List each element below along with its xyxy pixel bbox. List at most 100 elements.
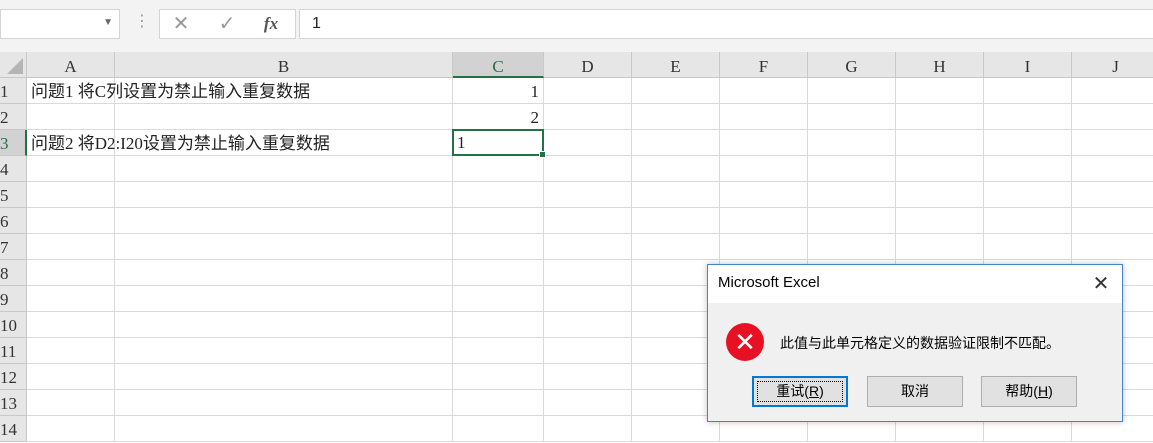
cell-d3[interactable] bbox=[544, 130, 632, 156]
cell-h7[interactable] bbox=[896, 234, 984, 260]
cell-c4[interactable] bbox=[453, 156, 544, 182]
row-header-5[interactable]: 5 bbox=[0, 182, 27, 208]
cell-d11[interactable] bbox=[544, 338, 632, 364]
cell-c5[interactable] bbox=[453, 182, 544, 208]
column-header-b[interactable]: B bbox=[115, 52, 453, 78]
confirm-edit-icon[interactable]: ✓ bbox=[214, 12, 240, 36]
cell-b7[interactable] bbox=[115, 234, 453, 260]
cell-d13[interactable] bbox=[544, 390, 632, 416]
row-header-1[interactable]: 1 bbox=[0, 78, 27, 104]
cell-a12[interactable] bbox=[27, 364, 115, 390]
cell-c8[interactable] bbox=[453, 260, 544, 286]
cell-i1[interactable] bbox=[984, 78, 1072, 104]
cell-f4[interactable] bbox=[720, 156, 808, 182]
cell-b3[interactable] bbox=[115, 130, 453, 156]
cell-e6[interactable] bbox=[632, 208, 720, 234]
cell-a13[interactable] bbox=[27, 390, 115, 416]
cell-a10[interactable] bbox=[27, 312, 115, 338]
cell-e2[interactable] bbox=[632, 104, 720, 130]
cell-b10[interactable] bbox=[115, 312, 453, 338]
cell-i5[interactable] bbox=[984, 182, 1072, 208]
cell-a11[interactable] bbox=[27, 338, 115, 364]
cell-j4[interactable] bbox=[1072, 156, 1153, 182]
cell-f1[interactable] bbox=[720, 78, 808, 104]
select-all-button[interactable] bbox=[0, 52, 27, 78]
cell-h6[interactable] bbox=[896, 208, 984, 234]
cell-e3[interactable] bbox=[632, 130, 720, 156]
cell-a14[interactable] bbox=[27, 416, 115, 442]
cell-c1[interactable]: 1 bbox=[453, 78, 544, 104]
row-header-4[interactable]: 4 bbox=[0, 156, 27, 182]
cell-c6[interactable] bbox=[453, 208, 544, 234]
cell-h4[interactable] bbox=[896, 156, 984, 182]
cell-d10[interactable] bbox=[544, 312, 632, 338]
column-header-f[interactable]: F bbox=[720, 52, 808, 78]
close-icon[interactable]: ✕ bbox=[1088, 271, 1114, 297]
cell-g1[interactable] bbox=[808, 78, 896, 104]
cell-a7[interactable] bbox=[27, 234, 115, 260]
cell-d1[interactable] bbox=[544, 78, 632, 104]
cell-j7[interactable] bbox=[1072, 234, 1153, 260]
column-header-a[interactable]: A bbox=[27, 52, 115, 78]
cancel-button[interactable]: 取消 bbox=[867, 376, 963, 407]
cell-g7[interactable] bbox=[808, 234, 896, 260]
cell-b11[interactable] bbox=[115, 338, 453, 364]
cell-j1[interactable] bbox=[1072, 78, 1153, 104]
cell-d14[interactable] bbox=[544, 416, 632, 442]
cell-e5[interactable] bbox=[632, 182, 720, 208]
cell-h3[interactable] bbox=[896, 130, 984, 156]
cell-i4[interactable] bbox=[984, 156, 1072, 182]
cell-i2[interactable] bbox=[984, 104, 1072, 130]
cell-a6[interactable] bbox=[27, 208, 115, 234]
cell-c12[interactable] bbox=[453, 364, 544, 390]
cell-h1[interactable] bbox=[896, 78, 984, 104]
cell-c3[interactable]: 1 bbox=[452, 129, 546, 158]
cell-j6[interactable] bbox=[1072, 208, 1153, 234]
cell-a1[interactable]: 问题1 将C列设置为禁止输入重复数据 bbox=[27, 78, 310, 104]
cell-b6[interactable] bbox=[115, 208, 453, 234]
column-header-i[interactable]: I bbox=[984, 52, 1072, 78]
cell-j3[interactable] bbox=[1072, 130, 1153, 156]
column-header-c[interactable]: C bbox=[453, 52, 544, 78]
cell-b2[interactable] bbox=[115, 104, 453, 130]
cell-c14[interactable] bbox=[453, 416, 544, 442]
cell-h5[interactable] bbox=[896, 182, 984, 208]
cell-d12[interactable] bbox=[544, 364, 632, 390]
cell-d4[interactable] bbox=[544, 156, 632, 182]
cell-j5[interactable] bbox=[1072, 182, 1153, 208]
cell-b14[interactable] bbox=[115, 416, 453, 442]
column-header-e[interactable]: E bbox=[632, 52, 720, 78]
cell-h2[interactable] bbox=[896, 104, 984, 130]
cell-d8[interactable] bbox=[544, 260, 632, 286]
cell-b1[interactable] bbox=[115, 78, 453, 104]
cell-a4[interactable] bbox=[27, 156, 115, 182]
cell-b9[interactable] bbox=[115, 286, 453, 312]
cell-j2[interactable] bbox=[1072, 104, 1153, 130]
cell-g5[interactable] bbox=[808, 182, 896, 208]
cell-b5[interactable] bbox=[115, 182, 453, 208]
cell-f2[interactable] bbox=[720, 104, 808, 130]
row-header-3[interactable]: 3 bbox=[0, 130, 27, 156]
column-header-d[interactable]: D bbox=[544, 52, 632, 78]
row-header-9[interactable]: 9 bbox=[0, 286, 27, 312]
row-header-2[interactable]: 2 bbox=[0, 104, 27, 130]
retry-button[interactable]: 重试(R) bbox=[752, 376, 848, 407]
cell-a9[interactable] bbox=[27, 286, 115, 312]
row-header-6[interactable]: 6 bbox=[0, 208, 27, 234]
cell-c10[interactable] bbox=[453, 312, 544, 338]
cell-c9[interactable] bbox=[453, 286, 544, 312]
cancel-edit-icon[interactable]: ✕ bbox=[168, 12, 194, 36]
column-header-h[interactable]: H bbox=[896, 52, 984, 78]
cell-i6[interactable] bbox=[984, 208, 1072, 234]
cell-b8[interactable] bbox=[115, 260, 453, 286]
insert-function-icon[interactable]: fx bbox=[258, 12, 284, 36]
row-header-7[interactable]: 7 bbox=[0, 234, 27, 260]
cell-f5[interactable] bbox=[720, 182, 808, 208]
cell-c7[interactable] bbox=[453, 234, 544, 260]
cell-d2[interactable] bbox=[544, 104, 632, 130]
cell-f7[interactable] bbox=[720, 234, 808, 260]
cell-e7[interactable] bbox=[632, 234, 720, 260]
cell-c2[interactable]: 2 bbox=[453, 104, 544, 130]
column-header-g[interactable]: G bbox=[808, 52, 896, 78]
cell-g2[interactable] bbox=[808, 104, 896, 130]
